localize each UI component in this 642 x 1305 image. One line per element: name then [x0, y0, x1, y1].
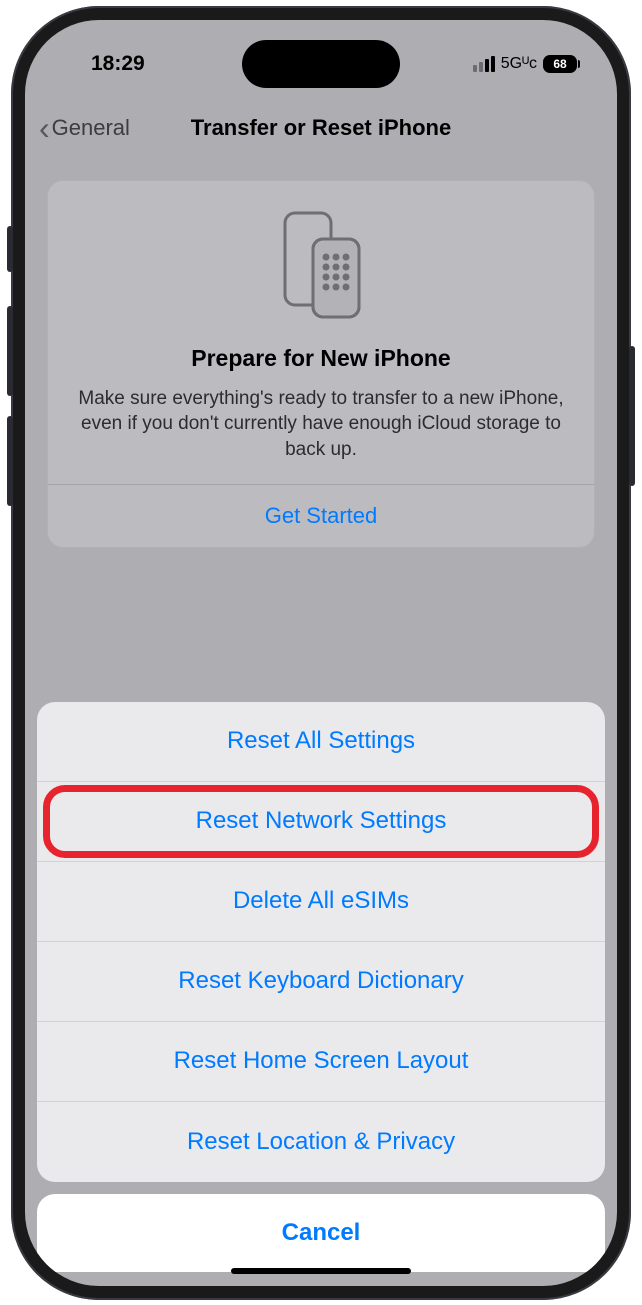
status-indicators: 5Gᵁᴄ 68	[473, 55, 577, 73]
sheet-item-label: Reset All Settings	[227, 727, 415, 755]
back-label: General	[52, 115, 130, 141]
delete-all-esims-button[interactable]: Delete All eSIMs	[37, 862, 605, 942]
volume-down-button	[7, 416, 13, 506]
reset-all-settings-button[interactable]: Reset All Settings	[37, 702, 605, 782]
action-sheet: Reset All Settings Reset Network Setting…	[37, 702, 605, 1182]
content-area: Prepare for New iPhone Make sure everyth…	[25, 180, 617, 549]
network-type: 5Gᵁᴄ	[501, 55, 537, 73]
back-button[interactable]: ‹ General	[39, 112, 130, 144]
reset-keyboard-dictionary-button[interactable]: Reset Keyboard Dictionary	[37, 942, 605, 1022]
sheet-item-label: Reset Network Settings	[196, 807, 447, 835]
screen: 18:29 5Gᵁᴄ 68 ‹ General Transfer or Rese…	[25, 20, 617, 1286]
page-title: Transfer or Reset iPhone	[191, 115, 451, 141]
battery-icon: 68	[543, 55, 577, 73]
prepare-card: Prepare for New iPhone Make sure everyth…	[47, 180, 595, 549]
reset-network-settings-button[interactable]: Reset Network Settings	[37, 782, 605, 862]
sheet-item-label: Reset Keyboard Dictionary	[178, 967, 463, 995]
cancel-button[interactable]: Cancel	[37, 1194, 605, 1272]
prepare-card-description: Make sure everything's ready to transfer…	[68, 386, 574, 463]
battery-level: 68	[553, 57, 566, 71]
transfer-phones-icon	[68, 205, 574, 325]
cellular-signal-icon	[473, 56, 495, 72]
mute-switch	[7, 226, 13, 272]
power-button	[629, 346, 635, 486]
get-started-button[interactable]: Get Started	[68, 485, 574, 547]
reset-home-screen-layout-button[interactable]: Reset Home Screen Layout	[37, 1022, 605, 1102]
reset-location-privacy-button[interactable]: Reset Location & Privacy	[37, 1102, 605, 1182]
cancel-label: Cancel	[282, 1219, 361, 1247]
volume-up-button	[7, 306, 13, 396]
sheet-item-label: Reset Home Screen Layout	[174, 1047, 469, 1075]
prepare-card-title: Prepare for New iPhone	[68, 345, 574, 372]
status-time: 18:29	[91, 52, 145, 76]
sheet-item-label: Reset Location & Privacy	[187, 1128, 455, 1156]
home-indicator[interactable]	[231, 1268, 411, 1274]
phone-frame: 18:29 5Gᵁᴄ 68 ‹ General Transfer or Rese…	[11, 6, 631, 1300]
dynamic-island	[242, 40, 400, 88]
nav-bar: ‹ General Transfer or Reset iPhone	[25, 98, 617, 158]
sheet-item-label: Delete All eSIMs	[233, 887, 409, 915]
chevron-left-icon: ‹	[39, 112, 50, 144]
action-sheet-overlay: Reset Reset All Settings Reset Network S…	[25, 702, 617, 1286]
